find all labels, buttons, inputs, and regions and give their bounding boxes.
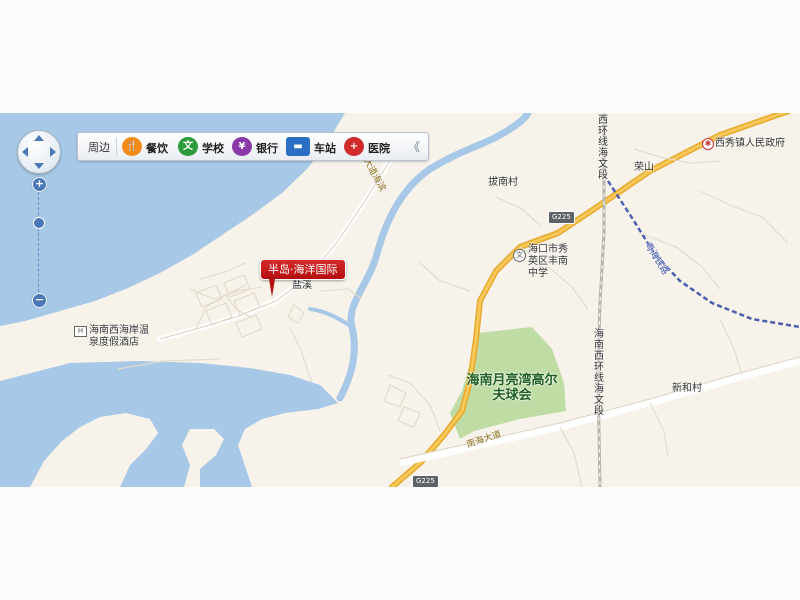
bus-icon: ▬: [286, 137, 310, 156]
hotel-icon: H: [74, 326, 87, 337]
toolbar-divider: [116, 138, 117, 155]
map-label-school[interactable]: 海口市秀英区丰南中学: [528, 244, 576, 280]
collapse-toolbar-icon[interactable]: 《: [408, 138, 420, 155]
toolbar-title: 周边: [88, 141, 110, 154]
pan-down-icon[interactable]: [34, 163, 44, 169]
nearby-bank-label: 银行: [256, 142, 278, 155]
map-label-west-ring-line-south[interactable]: 海南西环线海文段: [594, 329, 605, 417]
pan-control[interactable]: [17, 130, 61, 174]
map-label-hotel[interactable]: 海南西海岸温泉度假酒店: [89, 325, 149, 349]
map-label-rongshan[interactable]: 荣山: [634, 162, 654, 174]
nearby-school-label: 学校: [202, 142, 224, 155]
river-branch: [308, 307, 354, 329]
highway-shield-g225-north: G225: [548, 211, 575, 224]
map-label-banan-village[interactable]: 拔南村: [488, 177, 518, 189]
map-label-yanxi[interactable]: 盐溪: [292, 280, 312, 292]
map-label-golf-course[interactable]: 海南月亮湾高尔夫球会: [462, 373, 562, 403]
highway-shield-g225-south: G225: [412, 475, 439, 487]
highway-g225: [389, 113, 792, 487]
zoom-out-button[interactable]: −: [32, 293, 47, 308]
map-graphics: [0, 113, 800, 487]
map-canvas[interactable]: H 海南西海岸温泉度假酒店 盐溪 拔南村 文 海口市秀英区丰南中学 海南月亮湾高…: [0, 113, 800, 487]
location-marker-pin: [269, 279, 275, 297]
zoom-slider-thumb[interactable]: [33, 217, 45, 229]
pan-left-icon[interactable]: [22, 147, 28, 157]
school-icon: 文: [178, 137, 198, 156]
map-label-west-ring-line-north[interactable]: 西环线海文段: [598, 115, 609, 181]
map-label-xiuying-government[interactable]: 西秀镇人民政府: [715, 138, 785, 150]
nearby-toolbar: 周边 🍴 餐饮 文 学校 ¥ 银行 ▬ 车站 + 医院 《: [77, 132, 429, 161]
government-icon: ✱: [702, 138, 714, 150]
school-icon: 文: [513, 249, 526, 262]
nearby-station-label: 车站: [314, 142, 336, 155]
hospital-icon: +: [344, 137, 364, 156]
fork-knife-icon: 🍴: [122, 137, 142, 156]
zoom-in-button[interactable]: +: [32, 177, 47, 192]
map-label-xinhe-village[interactable]: 新和村: [672, 383, 702, 395]
zoom-slider-track[interactable]: [38, 192, 41, 292]
nearby-dining-label: 餐饮: [146, 142, 168, 155]
nearby-hospital-label: 医院: [368, 142, 390, 155]
location-marker-label[interactable]: 半岛·海洋国际: [260, 259, 346, 280]
railway-line: [606, 180, 800, 329]
bank-icon: ¥: [232, 137, 252, 156]
pan-up-icon[interactable]: [34, 135, 44, 141]
pan-right-icon[interactable]: [50, 147, 56, 157]
highway-g225-center: [390, 113, 788, 487]
harbor-water: [0, 361, 338, 487]
